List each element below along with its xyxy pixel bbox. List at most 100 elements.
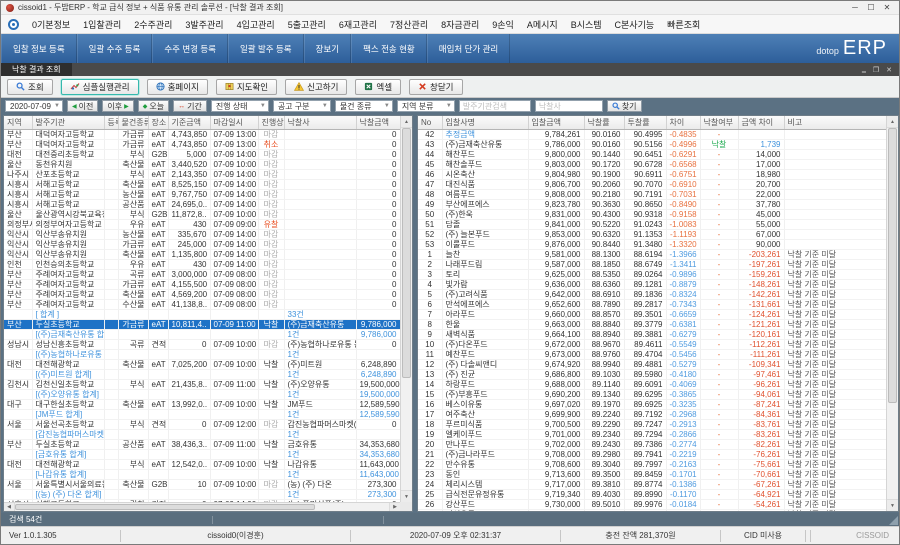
- left-grid-row[interactable]: 익산시익산부송유치원농산물eAT335,67007-09 14:00마감0: [4, 229, 400, 239]
- prev-day-button[interactable]: ◀이전: [67, 100, 98, 112]
- right-grid-header-cell[interactable]: 입찰사명: [442, 116, 528, 129]
- today-button[interactable]: ◆오늘: [138, 100, 169, 112]
- right-grid-row[interactable]: 46시온축산9,804,98090.190090.6911-0.6751-18,…: [418, 169, 886, 179]
- minimize-button[interactable]: ─: [848, 3, 862, 12]
- left-grid-header-cell[interactable]: 물건종류: [118, 116, 148, 129]
- left-grid-row[interactable]: 부산두실초등학교공산품eAT38,436,3..07-09 11:00낙찰금호유…: [4, 439, 400, 449]
- org-search-input[interactable]: [459, 100, 531, 112]
- scroll-down-icon[interactable]: ▼: [401, 490, 412, 502]
- right-grid-vscrollbar[interactable]: ▲ ▼: [886, 116, 898, 511]
- report-button[interactable]: 신고하기: [285, 79, 347, 95]
- right-grid-row[interactable]: 43(주)금재축산유통9,786,00090.016090.5156-0.499…: [418, 139, 886, 149]
- left-grid-row[interactable]: 대전대전해광학교부식eAT12,542,0..07-09 10:00낙찰나갑유통…: [4, 459, 400, 469]
- right-grid-row[interactable]: 2나래푸드림9,587,00088.185088.6749-1.3411--19…: [418, 259, 886, 269]
- right-grid-row[interactable]: 24체리시스템9,717,00089.381089.8774-0.1386--6…: [418, 479, 886, 489]
- scroll-right-icon[interactable]: ▶: [389, 503, 400, 511]
- right-grid-row[interactable]: 8한울9,663,00088.884089.3779-0.6381--121,2…: [418, 319, 886, 329]
- map-check-button[interactable]: 지도확인: [216, 79, 277, 95]
- scroll-up-icon[interactable]: ▲: [887, 116, 898, 128]
- left-grid-sum-row[interactable]: [(주)오양유통 합계]1건19,500,000: [4, 389, 400, 399]
- left-grid-sum-row[interactable]: [나갑유통 합계]1건11,643,000: [4, 469, 400, 479]
- mdi-minimize-icon[interactable]: ‗: [862, 66, 866, 73]
- simple-exec-manage-button[interactable]: 심플실행관리: [61, 79, 139, 95]
- right-grid-row[interactable]: 14하랑푸드9,688,00089.114089.6091-0.4069--96…: [418, 379, 886, 389]
- menu-item-order[interactable]: 2수주관리: [134, 18, 172, 31]
- toolbar-fax-status[interactable]: 팩스 전송 현황: [351, 34, 427, 63]
- right-grid-header-cell[interactable]: 금액 차이: [738, 116, 784, 129]
- menu-item-po[interactable]: 3발주관리: [185, 18, 223, 31]
- maximize-button[interactable]: ☐: [864, 3, 878, 12]
- right-grid-header-cell[interactable]: No: [418, 116, 442, 129]
- resize-grip[interactable]: [889, 516, 898, 525]
- progress-status-select[interactable]: 진행 상태▼: [211, 100, 269, 112]
- right-grid-header-cell[interactable]: 입찰금액: [528, 116, 584, 129]
- left-grid-header-cell[interactable]: 발주기관: [32, 116, 104, 129]
- left-grid-row[interactable]: 서울서울특별시서울의료원축산물G2B1007-09 10:00마감(농) (주)…: [4, 479, 400, 489]
- left-grid-row[interactable]: 익산시익산부송유치원축산물eAT1,135,80007-09 14:00마감0: [4, 249, 400, 259]
- left-grid-header-cell[interactable]: 낙찰사: [284, 116, 356, 129]
- right-grid-row[interactable]: 17여주축산9,699,90089.224089.7192-0.2968--84…: [418, 409, 886, 419]
- left-grid-hscrollbar[interactable]: ◀ ▶: [4, 502, 400, 511]
- right-grid-row[interactable]: 5(주)고려식품9,642,00088.691089.1836-0.8324--…: [418, 289, 886, 299]
- right-grid-row[interactable]: 53이룰푸드9,876,00090.844091.3480-1.3320-90,…: [418, 239, 886, 249]
- right-grid-row[interactable]: 22만수유통9,708,60089.304089.7997-0.2163--75…: [418, 459, 886, 469]
- menu-item-system[interactable]: B시스템: [571, 18, 602, 31]
- app-menu-icon[interactable]: [8, 19, 19, 30]
- left-grid-row[interactable]: 부산대덕여자고등학교가금류eAT4,743,85007-09 13:00취소0: [4, 139, 400, 149]
- left-grid-row[interactable]: 부산주례여자고등학교축산물eAT4,569,20007-09 08:00마감0: [4, 289, 400, 299]
- right-grid-row[interactable]: 49부산에프에스9,823,78090.363090.8650-0.8490-3…: [418, 199, 886, 209]
- left-grid-row[interactable]: 부산주례여자고등학교가금류eAT4,155,50007-09 08:00마감0: [4, 279, 400, 289]
- menu-item-fund[interactable]: 8자금관리: [441, 18, 479, 31]
- toolbar-shopping[interactable]: 장보기: [304, 34, 351, 63]
- search-button[interactable]: 조회: [7, 79, 53, 95]
- menu-item-stock[interactable]: 6재고관리: [339, 18, 377, 31]
- right-grid-row[interactable]: 52(주) 늘본푸드9,853,00090.632091.1353-1.1193…: [418, 229, 886, 239]
- right-grid-row[interactable]: 12(주) 다솔씨앤디9,674,92088.994089.4881-0.527…: [418, 359, 886, 369]
- left-grid-row[interactable]: 부산주례여자고등학교곡류eAT3,000,00007-09 08:00마감0: [4, 269, 400, 279]
- left-grid-sum-row[interactable]: [JM푸드 합계]1건12,589,590: [4, 409, 400, 419]
- left-grid-sum-row[interactable]: [금호유통 합계]1건34,353,680: [4, 449, 400, 459]
- menu-item-message[interactable]: A메시지: [527, 18, 558, 31]
- right-grid-row[interactable]: 26강산푸드9,730,00089.501089.9976-0.0184--54…: [418, 499, 886, 509]
- region-select[interactable]: 지역 분류▼: [397, 100, 455, 112]
- notice-type-select[interactable]: 공고 구분▼: [273, 100, 331, 112]
- right-grid-row[interactable]: 15(주)부흥푸드9,690,20089.134089.6295-0.3865-…: [418, 389, 886, 399]
- left-grid-sum-row[interactable]: [(농) (주) 다온 합계]1건273,300: [4, 489, 400, 499]
- right-grid-row[interactable]: 42추정금액9,784,26190.016090.4995-0.4835-: [418, 129, 886, 139]
- excel-button[interactable]: 엑셀: [355, 79, 401, 95]
- toolbar-vendor-price[interactable]: 매입처 단가 관리: [427, 34, 510, 63]
- left-grid-header-cell[interactable]: 기준금액: [168, 116, 210, 129]
- bid-date-select[interactable]: 2020-07-09▼: [5, 100, 63, 112]
- left-grid-row[interactable]: 부산대덕여자고등학교가금류eAT4,743,85007-09 13:00마감0: [4, 129, 400, 139]
- right-grid-header-cell[interactable]: 비고: [784, 116, 886, 129]
- right-grid-row[interactable]: 18푸르미식품9,700,50089.229089.7247-0.2913--8…: [418, 419, 886, 429]
- left-grid-row[interactable]: 울산울산광역시강북교육청 ..부식G2B11,872,8..07-09 10:0…: [4, 209, 400, 219]
- left-grid-row[interactable]: 나주시산포초등학교부식eAT2,143,35007-09 14:00마감0: [4, 169, 400, 179]
- left-grid-header-cell[interactable]: 지역: [4, 116, 32, 129]
- item-type-select[interactable]: 물건 종류▼: [335, 100, 393, 112]
- left-grid-sum-row[interactable]: [ 합계 ]33건: [4, 309, 400, 319]
- left-grid-row[interactable]: 의정부시의정부여자고등학교우유eAT43007-09 09:00유찰0: [4, 219, 400, 229]
- left-grid-vscrollbar[interactable]: ▲ ▼: [400, 116, 412, 502]
- right-grid-row[interactable]: 44해찬푸드9,800,00090.144090.6451-0.6291-14,…: [418, 149, 886, 159]
- left-grid-header-cell[interactable]: 등록: [104, 116, 118, 129]
- left-grid-header-cell[interactable]: 진행상태: [258, 116, 284, 129]
- scroll-up-icon[interactable]: ▲: [401, 116, 412, 128]
- right-grid-row[interactable]: 23동인9,713,60089.350089.8459-0.1701--70,6…: [418, 469, 886, 479]
- next-day-button[interactable]: 이후▶: [102, 100, 133, 112]
- right-grid-row[interactable]: 10(주)다온푸드9,672,00088.967089.4611-0.5549-…: [418, 339, 886, 349]
- right-grid-row[interactable]: 45해찬솔푸드9,803,00090.172090.6728-0.6568-17…: [418, 159, 886, 169]
- bidder-search-input[interactable]: [535, 100, 603, 112]
- right-grid-row[interactable]: 1늘찬9,581,00088.130088.6194-1.3966--203,2…: [418, 249, 886, 259]
- right-grid-row[interactable]: 20만나푸드9,702,00089.243089.7386-0.2774--82…: [418, 439, 886, 449]
- right-grid-row[interactable]: 16베스이유통9,697,02089.197089.6925-0.3235--8…: [418, 399, 886, 409]
- right-grid-header-cell[interactable]: 투찰률: [624, 116, 666, 129]
- right-grid-row[interactable]: 48여름푸드9,808,00090.218090.7191-0.7031-22,…: [418, 189, 886, 199]
- menu-item-settle[interactable]: 7정산관리: [390, 18, 428, 31]
- mdi-close-icon[interactable]: ✕: [886, 66, 892, 74]
- left-grid-header-cell[interactable]: 낙찰금액: [356, 116, 400, 129]
- menu-item-outbound[interactable]: 5출고관리: [288, 18, 326, 31]
- left-grid-sum-row[interactable]: [(주)농협하나로유통 ..1건: [4, 349, 400, 359]
- homepage-button[interactable]: 홈페이지: [147, 79, 208, 95]
- left-grid-row[interactable]: 인천인천승의초등학교우유eAT43007-09 14:00마감0: [4, 259, 400, 269]
